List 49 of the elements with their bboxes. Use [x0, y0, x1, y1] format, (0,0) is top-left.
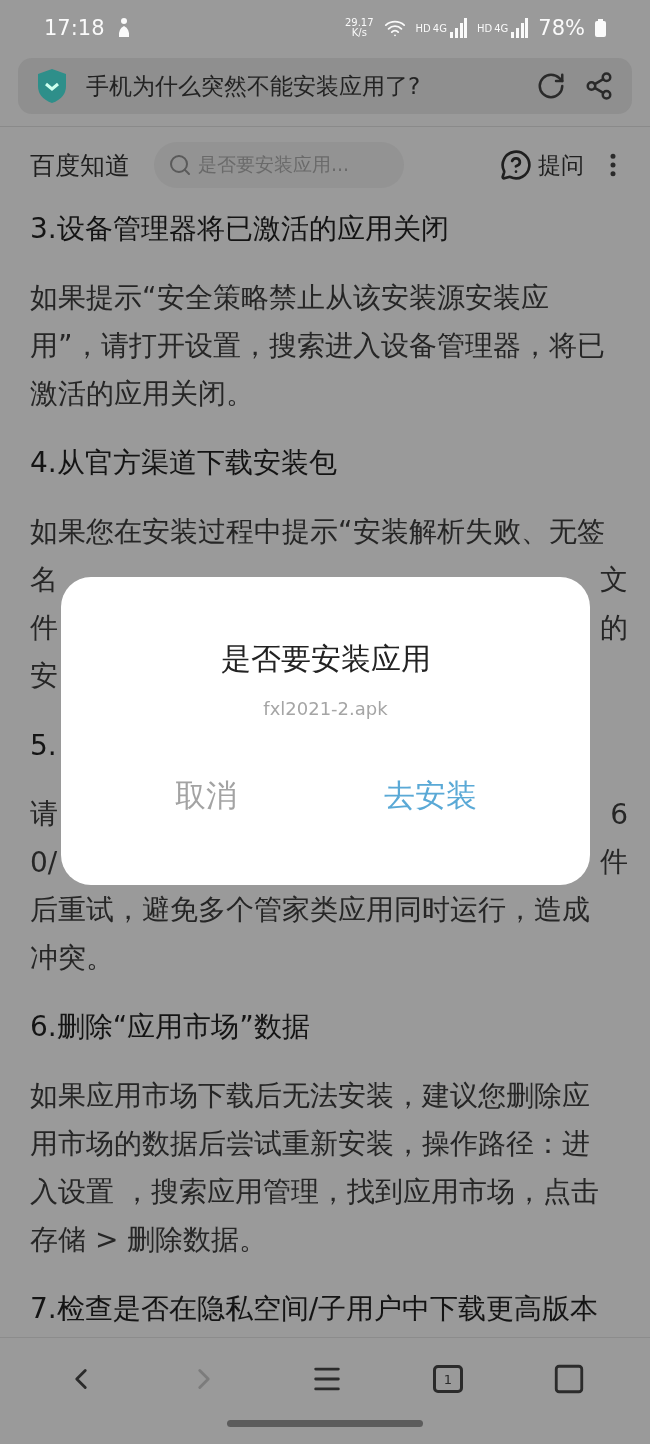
- section-heading: 6.删除“应用市场”数据: [30, 1009, 310, 1045]
- network-speed: 29.17: [344, 18, 374, 28]
- section-heading: 3.设备管理器将已激活的应用关闭: [30, 211, 449, 247]
- ask-button[interactable]: 提问: [500, 149, 584, 181]
- search-icon: [168, 153, 192, 177]
- paragraph-line: 件: [600, 844, 628, 880]
- paragraph-line: 名: [30, 562, 58, 598]
- paragraph-line: 的: [600, 610, 628, 646]
- paragraph-line: 如果您在安装过程中提示“安装解析失败、无签: [30, 514, 605, 550]
- paragraph-line: 请: [30, 796, 58, 832]
- share-icon[interactable]: [584, 71, 614, 101]
- cancel-button[interactable]: 取消: [154, 769, 257, 823]
- refresh-icon[interactable]: [536, 71, 566, 101]
- section-heading: 7.检查是否在隐私空间/子用户中下载更高版本: [30, 1291, 599, 1327]
- shield-icon: [36, 68, 68, 104]
- paragraph-line: 如果提示“安全策略禁止从该安装源安装应: [30, 280, 549, 316]
- paragraph-line: 0/: [30, 845, 58, 879]
- battery-icon: [595, 19, 606, 37]
- url-bar[interactable]: 手机为什么突然不能安装应用了?: [18, 58, 632, 114]
- paragraph-line: 存储 > 删除数据。: [30, 1222, 268, 1258]
- paragraph-line: 激活的应用关闭。: [30, 376, 254, 412]
- paragraph-line: 件: [30, 610, 58, 646]
- page-title: 手机为什么突然不能安装应用了?: [86, 71, 422, 101]
- file-name: fxl2021-2.apk: [263, 698, 388, 719]
- network-speed-unit: K/s: [351, 28, 367, 38]
- paragraph-line: 冲突。: [30, 940, 114, 976]
- dialog-title: 是否要安装应用: [220, 640, 431, 678]
- tabs-button[interactable]: 1: [432, 1365, 463, 1393]
- question-bubble-icon: [500, 149, 532, 181]
- hd-label: HD: [476, 22, 493, 34]
- paragraph-line: 文: [600, 562, 628, 598]
- paragraph-line: 6: [610, 797, 628, 831]
- battery-percent: 78%: [538, 16, 585, 40]
- install-button[interactable]: 去安装: [363, 769, 497, 823]
- signal-icon: [510, 18, 529, 38]
- paragraph-line: 用”，请打开设置，搜索进入设备管理器，将已: [30, 328, 605, 364]
- paragraph-line: 如果应用市场下载后无法安装，建议您删除应: [30, 1078, 590, 1114]
- network-label: 4G: [494, 22, 509, 34]
- paragraph-line: 入设置 ，搜索应用管理，找到应用市场，点击: [30, 1174, 599, 1210]
- site-name[interactable]: 百度知道: [30, 148, 130, 182]
- status-time: 17:18: [44, 16, 105, 40]
- signal-icon: [448, 18, 467, 38]
- section-heading: 5.: [30, 728, 57, 762]
- paragraph-line: 后重试，避免多个管家类应用同时运行，造成: [30, 892, 590, 928]
- network-label: 4G: [432, 22, 447, 34]
- section-heading: 4.从官方渠道下载安装包: [30, 445, 337, 481]
- paragraph-line: 安: [30, 658, 58, 694]
- hd-label: HD: [415, 22, 431, 34]
- paragraph-line: 用市场的数据后尝试重新安装，操作路径：进: [30, 1126, 590, 1162]
